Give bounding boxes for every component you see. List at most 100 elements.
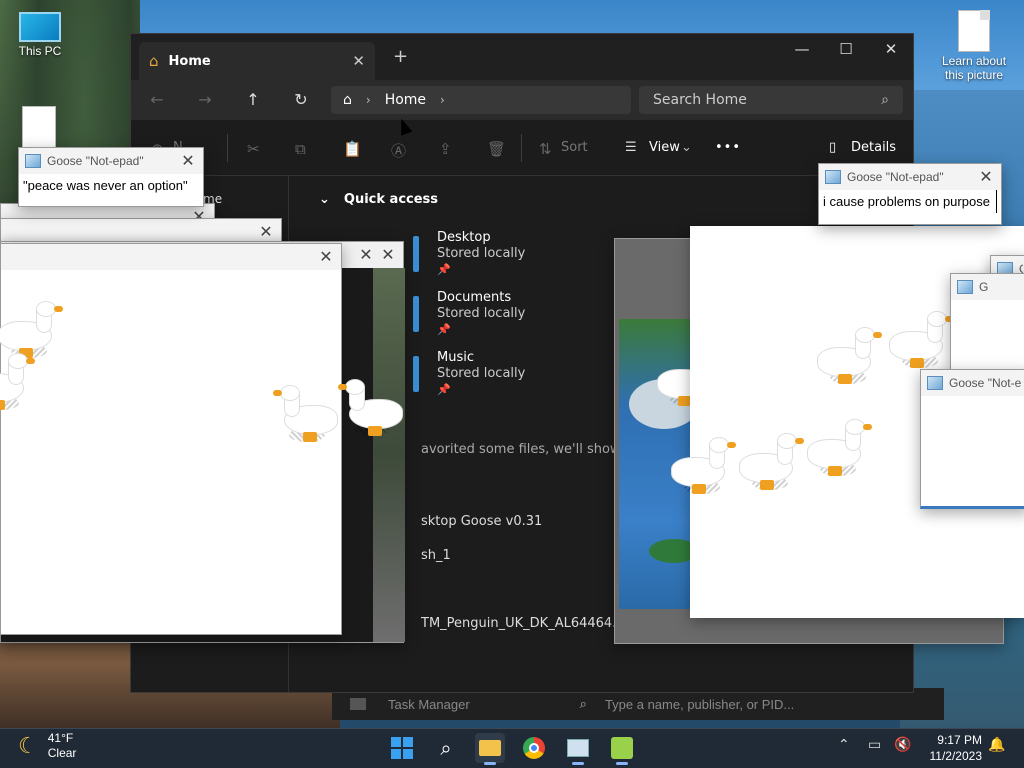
- item-name: Documents: [437, 290, 512, 305]
- divider: [521, 134, 522, 162]
- details-button[interactable]: Details: [851, 140, 896, 155]
- desktop-icon-this-pc[interactable]: This PC: [2, 12, 78, 58]
- search-placeholder: Search Home: [653, 92, 747, 108]
- notepad-window[interactable]: Goose "Not-e: [920, 369, 1024, 509]
- copy-icon[interactable]: ⧉: [295, 140, 306, 158]
- photo-image: [373, 268, 405, 642]
- address-bar-row: ← → ↑ ↻ ⌂ › Home › Search Home ⌕: [131, 80, 913, 120]
- paste-icon[interactable]: 📋: [343, 140, 362, 158]
- new-tab-button[interactable]: +: [393, 46, 408, 67]
- share-icon[interactable]: ⇪: [439, 140, 452, 158]
- close-window-button[interactable]: ✕: [876, 40, 906, 58]
- notepad-window[interactable]: G: [950, 273, 1024, 373]
- window-titlebar: G: [951, 274, 1024, 300]
- goose-image-window[interactable]: ✕: [0, 243, 342, 635]
- goose-icon: [0, 302, 63, 360]
- close-icon[interactable]: ✕: [179, 151, 197, 171]
- more-options-button[interactable]: •••: [715, 140, 741, 155]
- up-arrow-icon[interactable]: ↑: [241, 90, 265, 109]
- notepad-icon: [927, 376, 943, 390]
- notepad-window[interactable]: Goose "Not-epad" ✕ i cause problems on p…: [818, 163, 1002, 225]
- system-clock[interactable]: 9:17 PM 11/2/2023: [930, 732, 983, 764]
- file-explorer-taskbar-icon[interactable]: [475, 733, 505, 765]
- window-titlebar: Goose "Not-epad" ✕: [819, 164, 1001, 190]
- task-manager-taskbar-icon[interactable]: [563, 733, 593, 765]
- goose-icon: [808, 328, 882, 386]
- back-arrow-icon[interactable]: ←: [145, 90, 169, 109]
- list-item[interactable]: Music Stored locally 📌: [437, 350, 525, 398]
- list-item[interactable]: Documents Stored locally 📌: [437, 290, 525, 338]
- breadcrumb-home[interactable]: Home: [385, 92, 426, 108]
- chevron-right-icon: ›: [440, 93, 445, 107]
- sort-button[interactable]: Sort: [561, 140, 588, 155]
- network-icon[interactable]: ▭: [868, 737, 881, 753]
- window-titlebar: ✕: [1, 244, 341, 270]
- close-icon[interactable]: ✕: [357, 245, 375, 265]
- task-manager-icon: [350, 698, 366, 710]
- goose-icon: [338, 380, 412, 438]
- computer-icon: [19, 12, 61, 42]
- notepad-text[interactable]: "peace was never an option": [19, 174, 203, 197]
- search-taskbar-icon[interactable]: ⌕: [431, 733, 461, 763]
- goose-app-icon[interactable]: [607, 733, 637, 765]
- chevron-down-icon: ⌄: [681, 140, 692, 155]
- notification-bell-icon[interactable]: 🔔: [988, 737, 1005, 753]
- close-icon[interactable]: ✕: [317, 247, 335, 267]
- breadcrumb[interactable]: ⌂ › Home ›: [331, 86, 631, 114]
- search-input[interactable]: Search Home ⌕: [639, 86, 903, 114]
- volume-muted-icon[interactable]: 🔇: [894, 737, 911, 753]
- desktop-icon-learn-picture[interactable]: Learn about this picture: [936, 10, 1012, 82]
- sort-icon[interactable]: ⇅: [539, 140, 552, 158]
- list-item[interactable]: Desktop Stored locally 📌: [437, 230, 525, 278]
- tab-home[interactable]: ⌂ Home ✕: [139, 42, 375, 80]
- chevron-up-icon[interactable]: ⌃: [838, 737, 850, 753]
- close-tab-icon[interactable]: ✕: [352, 52, 365, 70]
- refresh-icon[interactable]: ↻: [289, 90, 313, 109]
- start-button[interactable]: [387, 733, 417, 763]
- view-icon[interactable]: ☰: [625, 140, 637, 155]
- notepad-text[interactable]: i cause problems on purpose: [819, 190, 997, 213]
- task-manager-search[interactable]: Type a name, publisher, or PID...: [605, 697, 794, 712]
- file-icon[interactable]: [22, 106, 56, 150]
- folder-icon: [413, 236, 419, 272]
- explorer-tab-bar: ⌂ Home ✕ + — ☐ ✕: [131, 34, 913, 80]
- rename-icon[interactable]: Ⓐ: [391, 140, 406, 161]
- weather-condition: Clear: [47, 746, 77, 760]
- clock-time: 9:17 PM: [937, 733, 982, 747]
- recent-file[interactable]: sh_1: [421, 548, 451, 563]
- folder-icon: [413, 356, 419, 392]
- close-icon[interactable]: ✕: [257, 222, 275, 242]
- view-button[interactable]: View: [649, 140, 680, 155]
- details-pane-icon[interactable]: ▯: [829, 140, 836, 155]
- close-icon[interactable]: ✕: [379, 245, 397, 265]
- pin-icon: 📌: [437, 383, 451, 396]
- window-titlebar: Goose "Not-epad" ✕: [19, 148, 203, 174]
- cut-icon[interactable]: ✂: [247, 140, 260, 158]
- close-icon[interactable]: ✕: [977, 167, 995, 187]
- windows-icon: [391, 737, 413, 759]
- quick-access-header[interactable]: ⌄ Quick access: [319, 192, 438, 207]
- recent-file[interactable]: TM_Penguin_UK_DK_AL64464...: [421, 616, 625, 631]
- search-icon: ⌕: [579, 696, 587, 711]
- moon-icon: ☾: [18, 733, 38, 758]
- minimize-button[interactable]: —: [787, 40, 817, 58]
- notepad-text[interactable]: [921, 396, 1024, 404]
- item-status: Stored locally: [437, 366, 526, 381]
- goose-icon: [662, 438, 736, 496]
- notepad-icon: [25, 154, 41, 168]
- chrome-icon[interactable]: [519, 733, 549, 763]
- recent-file[interactable]: sktop Goose v0.31: [421, 514, 542, 529]
- forward-arrow-icon[interactable]: →: [193, 90, 217, 109]
- maximize-button[interactable]: ☐: [831, 40, 861, 58]
- window-title: G: [979, 280, 989, 294]
- chevron-right-icon: ›: [365, 93, 371, 107]
- delete-icon[interactable]: 🗑: [487, 140, 506, 158]
- pin-icon: 📌: [437, 323, 451, 336]
- window-title: Goose "Not-epad": [47, 154, 144, 168]
- tab-title: Home: [168, 53, 211, 69]
- item-name: Desktop: [437, 230, 491, 245]
- notepad-window[interactable]: Goose "Not-epad" ✕ "peace was never an o…: [18, 147, 204, 207]
- weather-widget[interactable]: ☾ 41°F Clear: [18, 731, 76, 761]
- goose-icon: [0, 354, 35, 412]
- goose-icon: [273, 386, 347, 444]
